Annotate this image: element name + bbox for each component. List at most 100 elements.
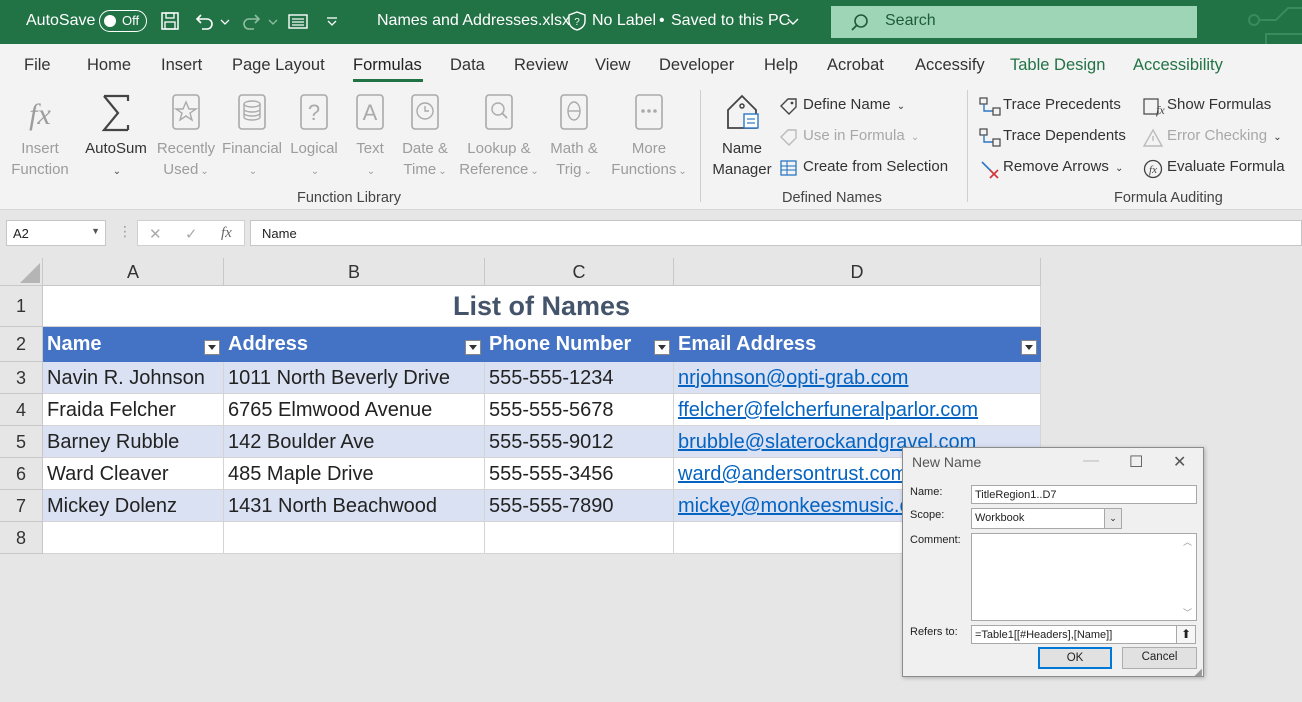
table-cell[interactable]: Ward Cleaver	[43, 458, 224, 490]
table-cell[interactable]: 555-555-3456	[485, 458, 674, 490]
tab-view[interactable]: View	[595, 56, 630, 75]
tab-acrobat[interactable]: Acrobat	[827, 56, 884, 75]
table-cell[interactable]: 555-555-5678	[485, 394, 674, 426]
column-header-d[interactable]: D	[674, 258, 1041, 286]
undo-icon[interactable]	[193, 10, 215, 32]
email-link[interactable]: ffelcher@felcherfuneralparlor.com	[674, 394, 1041, 426]
row-header-4[interactable]: 4	[0, 394, 43, 426]
formula-input[interactable]: Name	[250, 220, 1302, 246]
date-time-button[interactable]: Date & Time ⌄	[395, 92, 455, 182]
comment-scrollbar[interactable]: ︿ ﹀	[1180, 535, 1195, 619]
cancel-button[interactable]: Cancel	[1122, 647, 1197, 669]
save-status[interactable]: Saved to this PC	[671, 12, 790, 30]
table-cell[interactable]: 142 Boulder Ave	[224, 426, 485, 458]
save-status-chevron-icon[interactable]	[785, 10, 801, 32]
trace-dependents-button[interactable]: Trace Dependents	[979, 127, 1126, 147]
maximize-icon[interactable]: ☐	[1129, 452, 1143, 472]
table-title[interactable]: List of Names	[43, 286, 1041, 327]
refers-to-field[interactable]: =Table1[[#Headers],[Name]]	[971, 625, 1177, 644]
tab-data[interactable]: Data	[450, 56, 485, 75]
name-field[interactable]: TitleRegion1..D7	[971, 485, 1197, 504]
tab-insert[interactable]: Insert	[161, 56, 202, 75]
name-box[interactable]: A2 ▼	[6, 220, 106, 246]
table-cell[interactable]: Fraida Felcher	[43, 394, 224, 426]
name-box-dropdown-icon[interactable]: ▼	[91, 226, 100, 236]
minimize-icon[interactable]: —	[1083, 452, 1099, 470]
tab-file[interactable]: File	[24, 56, 51, 75]
row-header-1[interactable]: 1	[0, 286, 43, 327]
remove-arrows-button[interactable]: Remove Arrows ⌄	[981, 158, 1123, 179]
tab-accessibility[interactable]: Accessibility	[1133, 56, 1223, 75]
close-icon[interactable]: ✕	[1173, 452, 1186, 472]
select-all-corner[interactable]	[0, 258, 43, 286]
filter-dropdown-icon[interactable]	[1021, 340, 1037, 355]
tab-home[interactable]: Home	[87, 56, 131, 75]
table-cell[interactable]: 1431 North Beachwood	[224, 490, 485, 522]
insert-function-icon[interactable]: fx	[221, 225, 232, 242]
customize-quick-access-icon[interactable]	[324, 10, 340, 32]
confirm-entry-icon[interactable]: ✓	[185, 225, 198, 243]
ok-button[interactable]: OK	[1038, 647, 1112, 669]
recently-used-button[interactable]: Recently Used ⌄	[154, 92, 218, 182]
formula-bar-grip-icon[interactable]: ⋮	[118, 223, 132, 240]
table-cell[interactable]	[43, 522, 224, 554]
row-header-6[interactable]: 6	[0, 458, 43, 490]
filter-dropdown-icon[interactable]	[465, 340, 481, 355]
collapse-dialog-icon[interactable]: ⬆	[1176, 625, 1196, 644]
save-icon[interactable]	[159, 10, 181, 32]
show-formulas-button[interactable]: fx Show Formulas	[1143, 96, 1271, 117]
redo-icon[interactable]	[241, 10, 263, 32]
name-manager-button[interactable]: Name Manager	[708, 92, 776, 180]
resize-grip-icon[interactable]: ◢	[1194, 667, 1202, 678]
table-cell[interactable]: Barney Rubble	[43, 426, 224, 458]
table-cell[interactable]: 1011 North Beverly Drive	[224, 362, 485, 394]
comment-textarea[interactable]	[971, 533, 1197, 621]
header-cell-address[interactable]: Address	[224, 327, 485, 362]
column-header-c[interactable]: C	[485, 258, 674, 286]
math-trig-button[interactable]: Math & Trig ⌄	[545, 92, 603, 182]
tab-review[interactable]: Review	[514, 56, 568, 75]
logical-button[interactable]: ? Logical ⌄	[284, 92, 344, 182]
chevron-down-icon[interactable]: ⌄	[1104, 509, 1121, 528]
tab-page-layout[interactable]: Page Layout	[232, 56, 325, 75]
header-cell-phone[interactable]: Phone Number	[485, 327, 674, 362]
form-icon[interactable]	[287, 10, 309, 32]
tab-help[interactable]: Help	[764, 56, 798, 75]
table-cell[interactable]: Mickey Dolenz	[43, 490, 224, 522]
table-cell[interactable]: 485 Maple Drive	[224, 458, 485, 490]
scroll-down-icon[interactable]: ﹀	[1183, 606, 1192, 619]
use-in-formula-button[interactable]: Use in Formula ⌄	[780, 127, 919, 146]
table-cell[interactable]	[224, 522, 485, 554]
autosave-toggle[interactable]: Off	[99, 10, 147, 32]
row-header-8[interactable]: 8	[0, 522, 43, 554]
insert-function-button[interactable]: fx Insert Function	[6, 92, 74, 180]
scroll-up-icon[interactable]: ︿	[1183, 535, 1192, 548]
define-name-button[interactable]: Define Name ⌄	[780, 96, 905, 115]
row-header-2[interactable]: 2	[0, 327, 43, 362]
table-cell[interactable]: 555-555-7890	[485, 490, 674, 522]
more-functions-button[interactable]: More Functions ⌄	[605, 92, 693, 182]
undo-dropdown-icon[interactable]	[218, 10, 232, 32]
search-box[interactable]: Search	[831, 6, 1197, 38]
row-header-3[interactable]: 3	[0, 362, 43, 394]
table-cell[interactable]	[485, 522, 674, 554]
autosum-button[interactable]: AutoSum ⌄	[82, 92, 150, 182]
trace-precedents-button[interactable]: Trace Precedents	[979, 96, 1121, 116]
column-header-b[interactable]: B	[224, 258, 485, 286]
text-button[interactable]: A Text ⌄	[346, 92, 394, 182]
scope-select[interactable]: Workbook ⌄	[971, 508, 1122, 529]
error-checking-button[interactable]: Error Checking ⌄	[1143, 127, 1282, 147]
table-cell[interactable]: 555-555-9012	[485, 426, 674, 458]
tab-developer[interactable]: Developer	[659, 56, 734, 75]
filter-dropdown-icon[interactable]	[204, 340, 220, 355]
email-link[interactable]: nrjohnson@opti-grab.com	[674, 362, 1041, 394]
create-from-selection-button[interactable]: Create from Selection	[780, 158, 948, 176]
table-cell[interactable]: 6765 Elmwood Avenue	[224, 394, 485, 426]
redo-dropdown-icon[interactable]	[266, 10, 280, 32]
evaluate-formula-button[interactable]: fx Evaluate Formula	[1143, 158, 1285, 179]
financial-button[interactable]: Financial ⌄	[220, 92, 284, 182]
row-header-5[interactable]: 5	[0, 426, 43, 458]
row-header-7[interactable]: 7	[0, 490, 43, 522]
header-cell-email[interactable]: Email Address	[674, 327, 1041, 362]
column-header-a[interactable]: A	[43, 258, 224, 286]
